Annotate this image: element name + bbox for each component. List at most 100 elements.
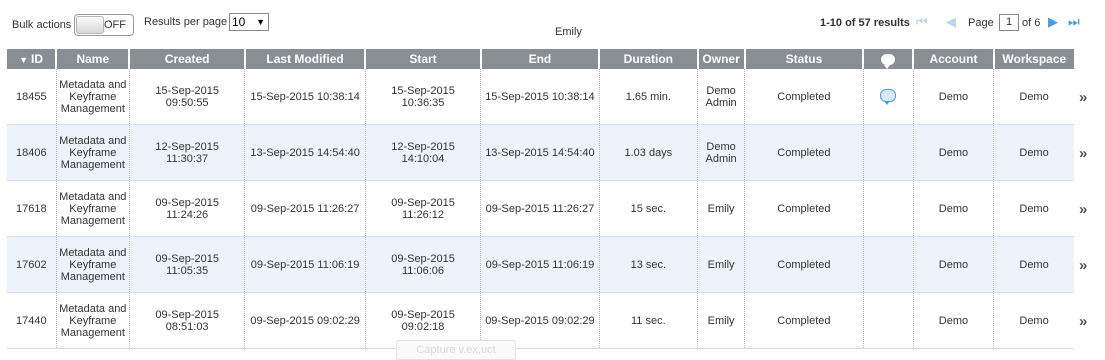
cell-last-modified: 09-Sep-2015 11:06:19 [244,236,366,293]
cell-duration: 15 sec. [599,180,699,237]
cell-created: 09-Sep-2015 11:24:26 [129,180,246,237]
cell-status: Completed [744,292,864,349]
toolbar: Bulk actions OFF Results per page 10 ▼ E… [0,0,1105,46]
cell-owner: Demo Admin [697,124,746,181]
table-row[interactable]: 18406 Metadata and Keyframe Management 1… [7,124,1074,181]
column-header-last-modified[interactable]: Last Modified [244,49,367,69]
cell-workspace: Demo [993,292,1074,349]
cell-last-modified: 09-Sep-2015 11:26:27 [244,180,366,237]
row-expand-icon[interactable]: » [1079,313,1087,330]
cell-account: Demo [913,180,995,237]
bulk-actions-toggle[interactable]: OFF [74,14,134,36]
cell-start: 09-Sep-2015 11:06:06 [365,236,482,293]
cell-last-modified: 15-Sep-2015 10:38:14 [244,69,366,125]
bulk-actions-label: Bulk actions [12,19,72,31]
cell-duration: 1.65 min. [599,69,699,125]
results-count: 1-10 of 57 results [820,17,910,29]
cell-id: 17618 [7,180,57,237]
capture-overlay-button: Capture v.ex.uct [396,340,516,360]
cell-comments [863,124,914,181]
cell-status: Completed [744,180,864,237]
cell-start: 15-Sep-2015 10:36:35 [365,69,482,125]
cell-end: 13-Sep-2015 14:54:40 [480,124,600,181]
previous-page-icon[interactable]: ◀ [946,14,956,30]
results-per-page-label: Results per page [144,16,228,28]
cell-duration: 13 sec. [599,236,699,293]
table-row[interactable]: 18455 Metadata and Keyframe Management 1… [7,69,1074,125]
cell-name: Metadata and Keyframe Management [56,180,130,237]
next-page-icon[interactable]: ▶ [1048,14,1058,30]
cell-account: Demo [913,292,995,349]
cell-workspace: Demo [993,180,1074,237]
jobs-table: ▼ ID Name Created Last Modified Start End… [7,49,1074,349]
table-header-row: ▼ ID Name Created Last Modified Start End… [7,49,1074,70]
cell-comments [863,292,914,349]
row-expand-icon[interactable]: » [1079,257,1087,274]
cell-name: Metadata and Keyframe Management [56,69,130,125]
cell-id: 17440 [7,292,57,349]
page-total-label: of 6 [1022,17,1041,29]
cell-owner: Emily [697,236,746,293]
cell-duration: 1.03 days [599,124,699,181]
column-header-workspace[interactable]: Workspace [993,49,1074,69]
comment-icon[interactable] [880,88,897,105]
sort-desc-icon: ▼ [19,55,29,65]
cell-owner: Emily [697,180,746,237]
cell-name: Metadata and Keyframe Management [56,124,130,181]
cell-account: Demo [913,124,995,181]
cell-id: 17602 [7,236,57,293]
toggle-state-label: OFF [104,19,126,31]
column-header-id[interactable]: ▼ ID [7,49,58,69]
row-expand-icon[interactable]: » [1079,145,1087,162]
cell-last-modified: 09-Sep-2015 09:02:29 [244,292,366,349]
column-header-account[interactable]: Account [913,49,995,69]
cell-created: 09-Sep-2015 08:51:03 [129,292,246,349]
cell-name: Metadata and Keyframe Management [56,292,130,349]
cell-name: Metadata and Keyframe Management [56,236,130,293]
toggle-knob [76,16,104,34]
page-number-input[interactable]: 1 [999,14,1019,31]
table-row[interactable]: 17618 Metadata and Keyframe Management 0… [7,180,1074,237]
cell-start: 09-Sep-2015 11:26:12 [365,180,482,237]
cell-comments [863,69,914,125]
last-page-icon[interactable]: ⏭ [1068,14,1080,30]
cell-account: Demo [913,236,995,293]
row-expand-icon[interactable]: » [1079,201,1087,218]
cell-end: 09-Sep-2015 11:26:27 [480,180,600,237]
results-per-page-select[interactable]: 10 ▼ [229,13,269,31]
row-expand-icon[interactable]: » [1079,89,1087,106]
current-user-name: Emily [555,26,582,38]
column-header-comments[interactable] [863,49,915,70]
first-page-icon[interactable]: ⏮ [916,14,928,30]
cell-comments [863,180,914,237]
cell-created: 15-Sep-2015 09:50:55 [129,69,246,125]
column-header-end[interactable]: End [480,49,601,69]
cell-status: Completed [744,69,864,125]
cell-duration: 11 sec. [599,292,699,349]
cell-workspace: Demo [993,124,1074,181]
cell-status: Completed [744,236,864,293]
cell-last-modified: 13-Sep-2015 14:54:40 [244,124,366,181]
cell-start: 12-Sep-2015 14:10:04 [365,124,482,181]
column-header-owner[interactable]: Owner [697,49,746,69]
chevron-down-icon: ▼ [256,17,265,27]
cell-created: 09-Sep-2015 11:05:35 [129,236,246,293]
cell-account: Demo [913,69,995,125]
cell-comments [863,236,914,293]
cell-workspace: Demo [993,69,1074,125]
column-header-name[interactable]: Name [56,49,131,69]
column-header-start[interactable]: Start [365,49,482,69]
column-header-status[interactable]: Status [744,49,865,69]
cell-end: 15-Sep-2015 10:38:14 [480,69,600,125]
column-header-duration[interactable]: Duration [599,49,699,69]
cell-owner: Emily [697,292,746,349]
cell-id: 18406 [7,124,57,181]
table-row[interactable]: 17602 Metadata and Keyframe Management 0… [7,236,1074,293]
page-label: Page [968,17,994,29]
results-per-page-value: 10 [232,15,246,29]
column-header-created[interactable]: Created [129,49,246,69]
cell-owner: Demo Admin [697,69,746,125]
table-row[interactable]: 17440 Metadata and Keyframe Management 0… [7,292,1074,349]
comment-icon [881,54,896,70]
cell-id: 18455 [7,69,57,125]
